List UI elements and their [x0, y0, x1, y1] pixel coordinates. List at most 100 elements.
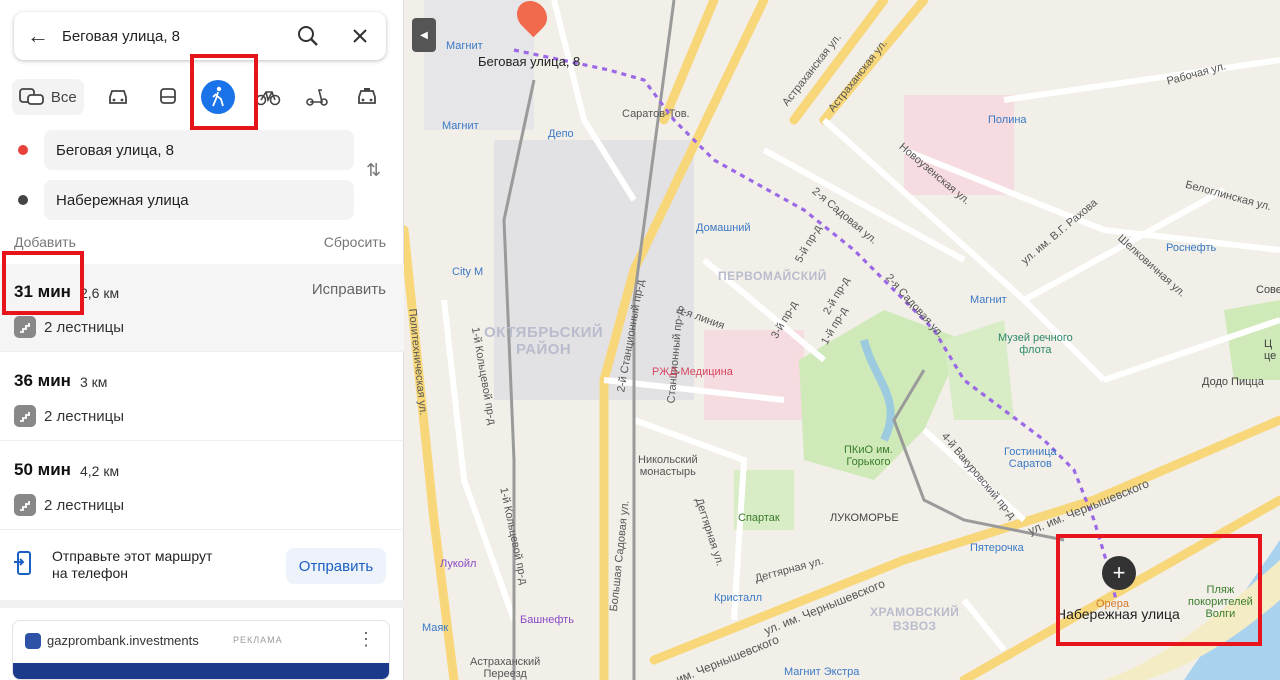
poi-ts[interactable]: Ц [1264, 338, 1272, 350]
stairs-icon [14, 494, 36, 516]
poi-line: ПКиО им. [844, 444, 893, 456]
ad-image [13, 663, 389, 679]
poi-magnit[interactable]: Магнит [442, 120, 479, 132]
route-point-from[interactable]: Беговая улица, 8 [14, 130, 354, 170]
route-point-to[interactable]: Набережная улица [14, 180, 354, 220]
poi-line: Горького [846, 456, 891, 468]
poi-spartak[interactable]: Спартак [738, 512, 780, 524]
poi-magnit-extra[interactable]: Магнит Экстра [784, 666, 859, 678]
poi-line: Музей речного [998, 332, 1073, 344]
search-icon[interactable] [282, 12, 334, 60]
ad-banner[interactable]: gazprombank.investments РЕКЛАМА ⋮ [12, 620, 390, 680]
poi-astr-pereezd[interactable]: Астраханский Переезд [470, 656, 540, 680]
reset-link[interactable]: Сбросить [324, 234, 386, 250]
send-button[interactable]: Отправить [286, 548, 386, 584]
ad-title: gazprombank.investments [47, 633, 199, 648]
district-line: ОКТЯБРЬСКИЙ [484, 324, 604, 341]
poi-tse[interactable]: це [1264, 350, 1276, 362]
bicycle-icon [255, 91, 280, 106]
mode-taxi-button[interactable] [342, 79, 392, 115]
poi-rzd[interactable]: РЖД-Медицина [652, 366, 733, 378]
poi-dodo[interactable]: Додо Пицца [1202, 376, 1264, 388]
route-time: 36 мин [14, 371, 71, 390]
district-oktyabrsky: ОКТЯБРЬСКИЙ РАЙОН [484, 324, 603, 358]
route-distance: 3 км [80, 374, 108, 390]
route-time: 50 мин [14, 460, 71, 479]
stairs-icon [14, 316, 36, 338]
to-field[interactable]: Набережная улица [44, 180, 354, 220]
mode-scooter-button[interactable] [293, 79, 343, 115]
search-query[interactable]: Беговая улица, 8 [62, 28, 282, 45]
stairs-label: 2 лестницы [44, 318, 125, 336]
poi-polina[interactable]: Полина [988, 114, 1027, 126]
poi-kristall[interactable]: Кристалл [714, 592, 762, 604]
scooter-icon [306, 89, 329, 106]
poi-line: Астраханский [470, 656, 541, 668]
route-stairs: 2 лестницы [14, 316, 124, 338]
collapse-panel-button[interactable]: ◀ [412, 18, 436, 52]
route-option-3[interactable]: 50 мин 4,2 км 2 лестницы [0, 442, 404, 530]
send-text-line1: Отправьте этот маршрут [52, 548, 213, 564]
mode-car-button[interactable] [94, 79, 144, 115]
poi-depo[interactable]: Депо [548, 128, 574, 140]
poi-rosneft[interactable]: Роснефть [1166, 242, 1216, 254]
send-text: Отправьте этот маршрут на телефон [52, 548, 212, 582]
route-stairs: 2 лестницы [14, 494, 124, 516]
poi-line: монастырь [639, 466, 696, 478]
divider [0, 600, 404, 608]
mode-bus-button[interactable] [143, 79, 193, 115]
add-point-link[interactable]: Добавить [14, 234, 76, 250]
poi-magnit[interactable]: Магнит [970, 294, 1007, 306]
poi-sove[interactable]: Сове [1256, 284, 1280, 296]
poi-pkio[interactable]: ПКиО им. Горького [844, 444, 893, 468]
map-view[interactable]: Беговая улица, 8 ОКТЯБРЬСКИЙ РАЙОН ПЕРВО… [404, 0, 1280, 680]
fix-link[interactable]: Исправить [312, 281, 386, 298]
poi-domashny[interactable]: Домашний [696, 222, 751, 234]
poi-nikolsky[interactable]: Никольский монастырь [638, 454, 698, 478]
poi-lukomorye[interactable]: ЛУКОМОРЬЕ [830, 512, 899, 524]
start-dot-icon [18, 145, 28, 155]
poi-pyaterochka[interactable]: Пятерочка [970, 542, 1024, 554]
close-icon[interactable] [334, 12, 386, 60]
phone-send-icon [14, 551, 31, 575]
poi-museum[interactable]: Музей речного флота [998, 332, 1073, 356]
from-field[interactable]: Беговая улица, 8 [44, 130, 354, 170]
ad-logo-icon [25, 633, 41, 649]
bus-icon [160, 88, 177, 104]
mode-all-button[interactable]: Все [12, 79, 84, 115]
route-distance: 4,2 км [80, 463, 120, 479]
poi-city-m[interactable]: City M [452, 266, 483, 278]
poi-saratov-tov[interactable]: Саратов-Тов. [622, 108, 690, 120]
district-line: ВЗВОЗ [892, 619, 937, 633]
taxi-icon [358, 88, 377, 104]
district-khramovsky: ХРАМОВСКИЙ ВЗВОЗ [870, 605, 959, 633]
poi-gostinitsa[interactable]: Гостиница Саратов [1004, 446, 1057, 470]
end-dot-icon [18, 195, 28, 205]
district-line: РАЙОН [515, 341, 572, 358]
poi-magnit[interactable]: Магнит [446, 40, 483, 52]
send-text-line2: на телефон [52, 565, 128, 581]
start-label: Беговая улица, 8 [478, 54, 581, 69]
poi-line: Переезд [483, 668, 527, 680]
send-to-phone: Отправьте этот маршрут на телефон Отправ… [14, 540, 390, 590]
ad-tag: РЕКЛАМА [233, 635, 283, 645]
poi-line: Никольский [638, 454, 698, 466]
walk-mode-highlight [190, 54, 258, 130]
more-icon[interactable]: ⋮ [357, 629, 375, 650]
poi-bashneft[interactable]: Башнефть [520, 614, 574, 626]
search-bar[interactable]: ← Беговая улица, 8 [14, 12, 386, 60]
route-option-2[interactable]: 36 мин 3 км 2 лестницы [0, 353, 404, 441]
poi-mayak[interactable]: Маяк [422, 622, 448, 634]
route-panel: ← Беговая улица, 8 Все Беговая улица, 8 … [0, 0, 404, 680]
district-pervomaysky: ПЕРВОМАЙСКИЙ [718, 269, 827, 283]
route-distance: 2,6 км [80, 285, 120, 301]
swap-icon[interactable]: ⇅ [366, 160, 381, 181]
back-icon[interactable]: ← [14, 12, 62, 60]
poi-lukoil[interactable]: Лукойл [440, 558, 476, 570]
stairs-label: 2 лестницы [44, 407, 125, 425]
mode-all-label: Все [50, 88, 77, 106]
destination-highlight [1056, 534, 1262, 646]
poi-line: Саратов [1008, 458, 1052, 470]
poi-line: флота [1019, 344, 1052, 356]
multi-transport-icon [18, 88, 44, 105]
